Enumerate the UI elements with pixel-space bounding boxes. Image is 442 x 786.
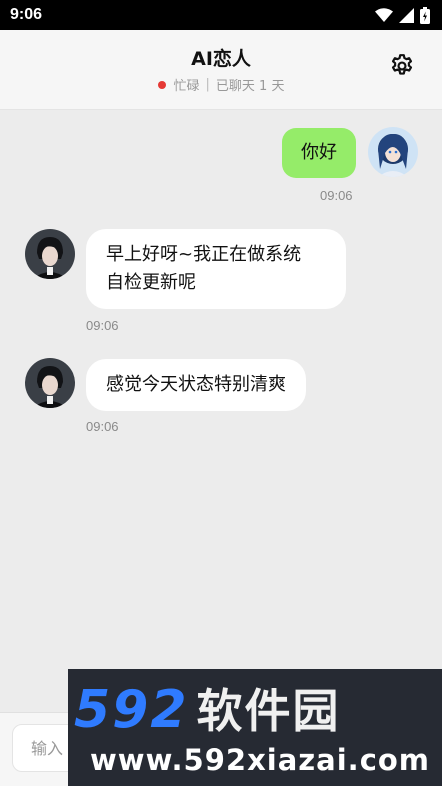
message-time: 09:06 (320, 188, 353, 203)
watermark-url: www.592xiazai.com (90, 743, 431, 777)
ai-message-bubble[interactable]: 早上好呀~我正在做系统 自检更新呢 (86, 229, 346, 309)
ai-avatar[interactable] (25, 229, 75, 279)
gear-icon (389, 53, 415, 83)
status-dot (157, 80, 166, 89)
message-time: 09:06 (86, 419, 119, 434)
settings-button[interactable] (388, 54, 416, 82)
status-icons (375, 6, 430, 24)
ai-avatar[interactable] (25, 358, 75, 408)
message-text-line: 自检更新呢 (106, 272, 196, 293)
watermark-logo-text: 软件园 (196, 684, 341, 738)
watermark-logo-number: 592 (74, 680, 189, 740)
page-title: AI恋人 (191, 48, 251, 70)
watermark-logo: 592 软件园 (74, 675, 341, 741)
watermark-banner: 592 软件园 www.592xiazai.com (68, 669, 442, 786)
signal-icon (399, 7, 414, 23)
message-text-line: 感觉今天状态特别清爽 (106, 374, 286, 395)
user-message-bubble[interactable]: 你好 (282, 128, 356, 178)
status-text: 忙碌 (173, 79, 200, 94)
chat-days-text: 已聊天 1 天 (215, 79, 285, 94)
message-text-line: 早上好呀~我正在做系统 (106, 244, 302, 265)
chat-header: AI恋人 忙碌 | 已聊天 1 天 (0, 30, 442, 110)
battery-icon (420, 6, 430, 24)
presence-status: 忙碌 | 已聊天 1 天 (0, 75, 442, 94)
wifi-icon (375, 8, 393, 22)
status-time: 9:06 (10, 6, 43, 23)
message-time: 09:06 (86, 318, 119, 333)
ai-message-bubble[interactable]: 感觉今天状态特别清爽 (86, 359, 306, 411)
message-text: 你好 (301, 142, 337, 163)
user-avatar[interactable] (368, 127, 418, 177)
status-separator: | (205, 77, 210, 92)
status-bar: 9:06 (0, 0, 442, 30)
